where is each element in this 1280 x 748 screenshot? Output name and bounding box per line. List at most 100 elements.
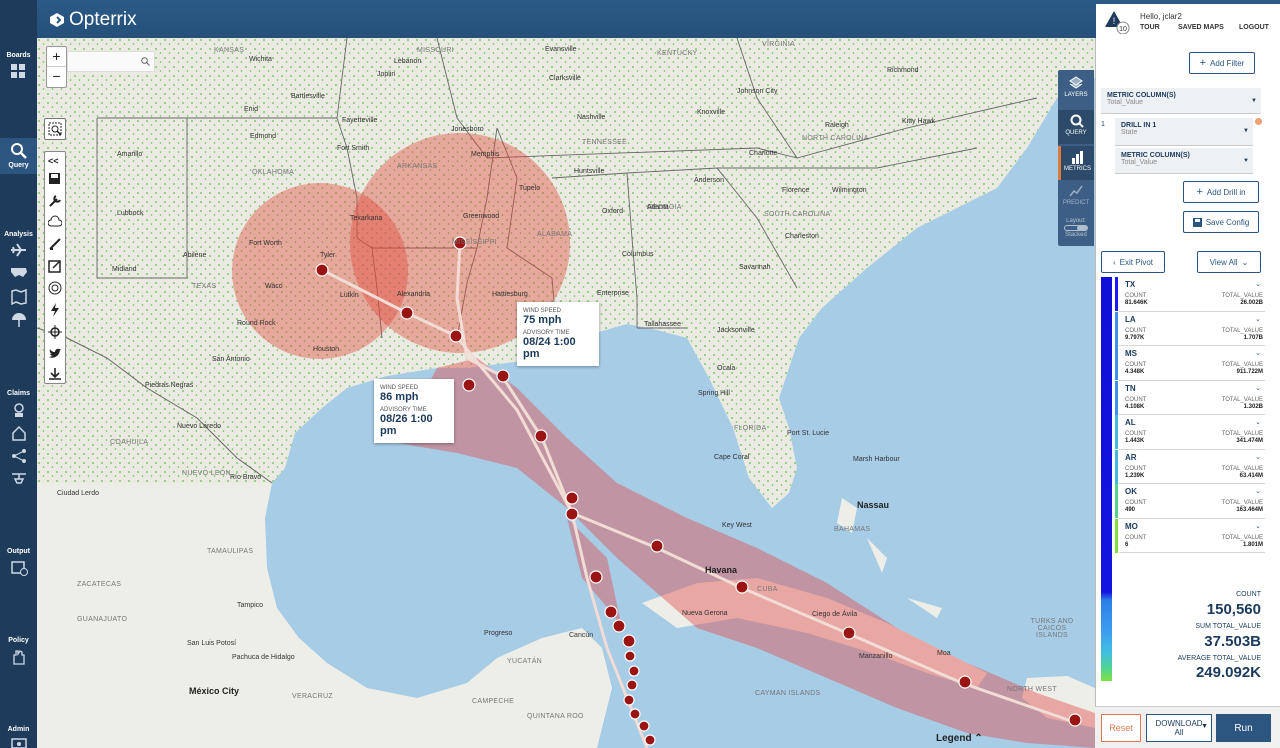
alert-icon[interactable]: !10 (1104, 10, 1130, 34)
chevron-down-icon[interactable]: ⌄ (1255, 315, 1261, 323)
draw-icon[interactable] (48, 237, 62, 251)
map-search-input[interactable] (67, 51, 155, 72)
summary-avg-value: 249.092K (1195, 664, 1261, 681)
drone-icon[interactable] (11, 471, 27, 485)
legend-toggle[interactable]: Legend ⌃ (936, 733, 983, 744)
network-icon[interactable] (11, 448, 27, 464)
chevron-down-icon[interactable]: ⌄ (1255, 487, 1261, 495)
count-label: COUNT (1125, 396, 1147, 403)
reset-button[interactable]: Reset (1101, 714, 1141, 742)
label-cayman: CAYMAN ISLANDS (755, 690, 821, 697)
zoom-in-button[interactable]: + (47, 47, 66, 67)
exit-pivot-button[interactable]: ‹ Exit Pivot (1101, 251, 1165, 273)
label-clarksville: Clarksville (549, 75, 581, 82)
label-knoxville: Knoxville (697, 109, 726, 116)
metric-column-select-2[interactable]: METRIC COLUMN(S) Total_Value ▼ (1115, 148, 1253, 174)
usa-map-icon[interactable] (10, 266, 28, 278)
drill1-sub: State (1121, 129, 1138, 136)
state-color-bar (1115, 449, 1118, 484)
chevron-down-icon[interactable]: ⌄ (1255, 384, 1261, 392)
state-row-ok[interactable]: OK ⌄ COUNT 490 TOTAL_VALUE 163.464M (1115, 484, 1265, 519)
label-johnson-city: Johnson City (737, 88, 778, 95)
label-texarkana: Texarkana (350, 215, 383, 222)
total-label: TOTAL_VALUE (1221, 431, 1263, 437)
view-all-button[interactable]: View All ⌄ (1197, 251, 1261, 273)
layout-toggle[interactable]: Layout: Stacked (1058, 218, 1094, 238)
chevron-down-icon[interactable]: ⌄ (1255, 349, 1261, 357)
cloud-upload-icon[interactable] (48, 215, 62, 229)
calendar-clock-icon[interactable] (11, 560, 28, 576)
twitter-icon[interactable] (48, 347, 62, 361)
save-icon[interactable] (48, 172, 62, 186)
tour-link[interactable]: TOUR (1140, 24, 1160, 31)
map-fold-icon[interactable] (11, 289, 27, 305)
label-savannah: Savannah (739, 264, 771, 271)
metric-column-select-1[interactable]: METRIC COLUMN(S) Total_Value ▼ (1101, 88, 1261, 114)
drill-in-select-1[interactable]: DRILL IN 1 State ▼ (1115, 118, 1253, 146)
label-hattiesburg: Hattiesburg (492, 291, 528, 298)
chevron-down-icon[interactable]: ⌄ (1255, 453, 1261, 461)
label-wichita: Wichita (249, 56, 272, 63)
label-veracruz: VERACRUZ (292, 693, 333, 700)
value-gradient-bar (1101, 277, 1112, 681)
rail-query[interactable]: Query (0, 138, 37, 174)
camera-icon[interactable] (11, 737, 27, 748)
add-drill-button[interactable]: + Add Drill in (1183, 181, 1259, 203)
predict-tab[interactable]: PREDICT (1058, 184, 1094, 206)
airplane-icon[interactable] (11, 243, 27, 257)
chevron-down-icon[interactable]: ⌄ (1255, 522, 1261, 530)
state-row-tx[interactable]: TX ⌄ COUNT 81.646K TOTAL_VALUE 26.002B (1115, 277, 1265, 312)
app-logo[interactable]: Opterrix (49, 9, 137, 31)
zoom-out-button[interactable]: − (47, 67, 66, 87)
zoom-to-area-button[interactable] (44, 118, 66, 140)
label-enid: Enid (244, 106, 259, 113)
edit-icon[interactable] (48, 259, 62, 273)
label-kitty-hawk: Kitty Hawk (902, 118, 936, 125)
storm-tooltip-2: WIND SPEED 86 mph ADVISORY TIME 08/26 1:… (374, 379, 454, 443)
download-icon[interactable] (48, 367, 62, 381)
label-jacksonville: Jacksonville (717, 327, 755, 334)
remove-drill-icon[interactable] (1255, 118, 1262, 125)
layout-switch[interactable] (1064, 225, 1088, 231)
rail-claims-label: Claims (7, 390, 30, 397)
state-row-ms[interactable]: MS ⌄ COUNT 4.348K TOTAL_VALUE 911.722M (1115, 346, 1265, 381)
lightning-icon[interactable] (48, 303, 62, 317)
label-nassau: Nassau (857, 500, 890, 510)
chevron-down-icon[interactable]: ⌄ (1255, 418, 1261, 426)
crosshair-icon[interactable] (48, 325, 62, 339)
download-select[interactable]: DOWNLOAD All ▼ (1146, 714, 1212, 742)
label-progreso: Progreso (484, 630, 513, 637)
label-pachuca: Pachuca de Hidalgo (232, 654, 295, 661)
state-row-mo[interactable]: MO ⌄ COUNT 6 TOTAL_VALUE 1.801M (1115, 518, 1265, 553)
chevron-down-icon[interactable]: ⌄ (1255, 280, 1261, 288)
search-icon[interactable] (141, 57, 150, 66)
metrics-label: METRICS (1064, 166, 1091, 172)
label-charleston: Charleston (785, 233, 819, 240)
query-tab[interactable]: QUERY (1058, 110, 1094, 144)
label-alabama: ALABAMA (537, 231, 573, 238)
state-row-al[interactable]: AL ⌄ COUNT 1.443K TOTAL_VALUE 341.474M (1115, 415, 1265, 450)
logout-link[interactable]: LOGOUT (1239, 24, 1269, 31)
umbrella-icon[interactable] (11, 312, 27, 328)
house-icon[interactable] (11, 425, 27, 441)
claims-icon[interactable] (11, 402, 27, 418)
save-config-button[interactable]: Save Config (1183, 211, 1259, 233)
summary-avg-label: AVERAGE TOTAL_VALUE (1177, 655, 1261, 662)
metrics-tab[interactable]: METRICS (1058, 146, 1094, 180)
rail-boards[interactable]: Boards (0, 52, 37, 78)
layers-tab[interactable]: LAYERS (1058, 76, 1094, 98)
state-row-ar[interactable]: AR ⌄ COUNT 1.239K TOTAL_VALUE 63.414M (1115, 449, 1265, 484)
run-button[interactable]: Run (1216, 714, 1271, 742)
saved-maps-link[interactable]: SAVED MAPS (1178, 24, 1224, 31)
state-row-la[interactable]: LA ⌄ COUNT 9.797K TOTAL_VALUE 1.707B (1115, 311, 1265, 346)
add-filter-button[interactable]: + Add Filter (1189, 52, 1255, 74)
hurricane-map[interactable]: KANSAS MISSOURI OKLAHOMA ARKANSAS TEXAS … (37, 38, 1095, 748)
wrench-icon[interactable] (48, 194, 62, 208)
count-value: 1.443K (1125, 438, 1145, 444)
collapse-icon[interactable]: << (48, 156, 62, 170)
hand-icon[interactable] (11, 649, 27, 665)
magnifier-icon (1070, 114, 1084, 128)
state-row-tn[interactable]: TN ⌄ COUNT 4.108K TOTAL_VALUE 1.302B (1115, 380, 1265, 415)
target-icon[interactable] (48, 281, 62, 295)
label-bahamas: BAHAMAS (834, 526, 871, 533)
